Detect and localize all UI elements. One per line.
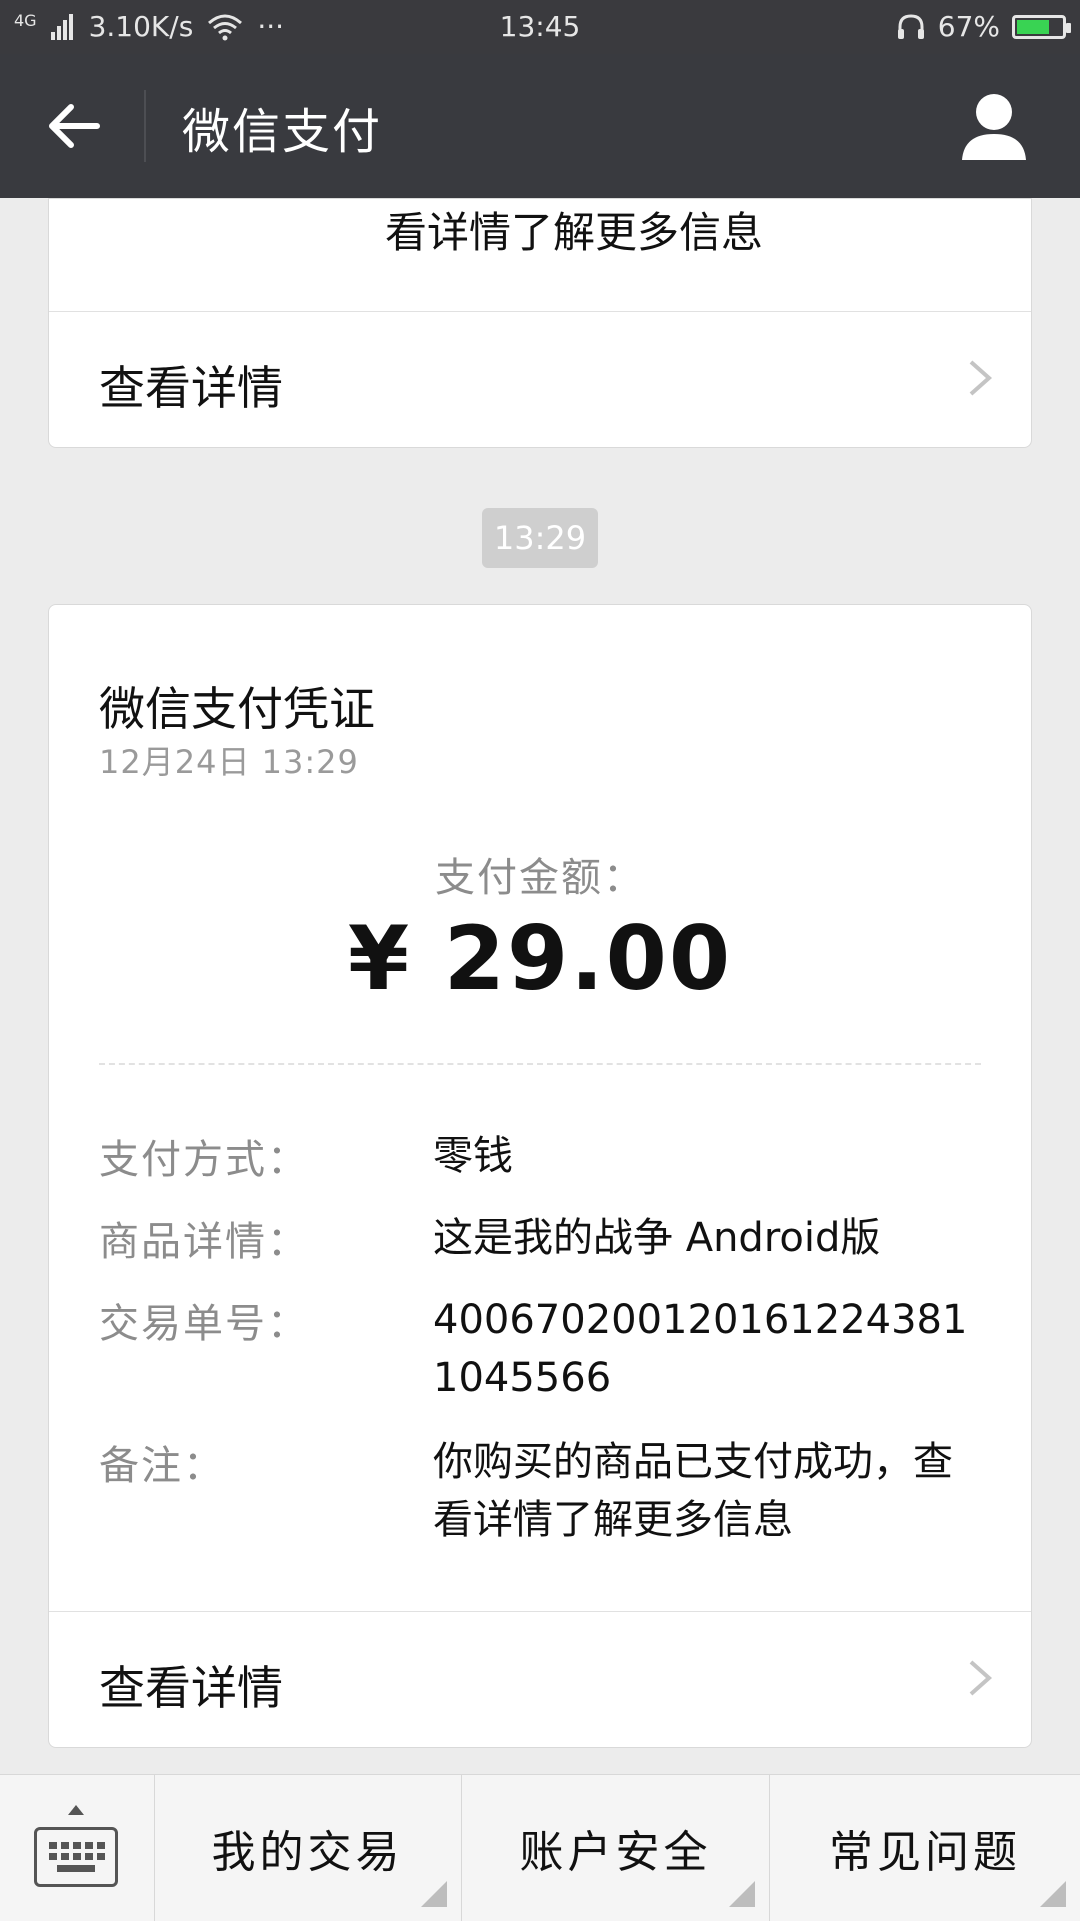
payment-amount: ¥ 29.00 [347, 907, 733, 1010]
receipt-date: 12月24日 13:29 [99, 743, 359, 781]
view-details-link[interactable]: 查看详情 [49, 1611, 1031, 1748]
battery-percent: 67% [937, 10, 1000, 43]
headset-icon [897, 13, 924, 39]
status-bar: 4G 3.10K/s ··· 13:45 67% [0, 0, 1080, 54]
expand-arrow-icon [68, 1805, 84, 1815]
receipt-title: 微信支付凭证 [99, 682, 375, 736]
menu-my-transactions[interactable]: 我的交易 [154, 1775, 462, 1921]
menu-account-security[interactable]: 账户安全 [462, 1775, 770, 1921]
menu-faq[interactable]: 常见问题 [770, 1775, 1080, 1921]
previous-view-details-link[interactable]: 查看详情 [49, 311, 1031, 448]
dashed-divider [99, 1063, 981, 1065]
back-button[interactable] [42, 94, 106, 158]
field-value: 零钱 [433, 1133, 513, 1179]
page-title: 微信支付 [182, 104, 383, 160]
person-icon [962, 94, 1026, 160]
submenu-indicator-icon [1040, 1881, 1066, 1907]
view-details-label: 查看详情 [99, 361, 283, 415]
chevron-right-icon [969, 1660, 993, 1696]
menu-label: 我的交易 [211, 1827, 404, 1878]
header-divider [144, 90, 146, 162]
submenu-indicator-icon [729, 1881, 755, 1907]
field-label: 备注： [99, 1443, 225, 1489]
field-value: 这是我的战争 Android版 [433, 1215, 881, 1261]
payment-receipt-card: 微信支付凭证 12月24日 13:29 支付金额： ¥ 29.00 支付方式： … [48, 604, 1032, 1748]
previous-receipt-card: 看详情了解更多信息 查看详情 [48, 198, 1032, 448]
menu-label: 账户安全 [519, 1827, 712, 1878]
field-label: 商品详情： [99, 1219, 309, 1265]
amount-label: 支付金额： [435, 855, 645, 901]
keyboard-toggle-button[interactable] [0, 1775, 155, 1921]
view-details-label: 查看详情 [99, 1661, 283, 1715]
previous-note-snippet: 看详情了解更多信息 [385, 208, 764, 257]
app-header: 微信支付 [0, 54, 1080, 198]
field-value: 你购买的商品已支付成功，查看详情了解更多信息 [433, 1439, 953, 1543]
back-arrow-icon [49, 104, 100, 148]
message-time-badge: 13:29 [482, 508, 598, 568]
field-label: 支付方式： [99, 1137, 309, 1183]
field-label: 交易单号： [99, 1301, 309, 1347]
profile-button[interactable] [956, 88, 1032, 164]
chevron-right-icon [969, 360, 993, 396]
menu-label: 常见问题 [829, 1827, 1021, 1878]
battery-icon [1012, 14, 1071, 39]
field-value: 4006702001201612243811045566 [433, 1297, 968, 1401]
submenu-indicator-icon [421, 1881, 447, 1907]
bottom-menu-bar: 我的交易 账户安全 常见问题 [0, 1774, 1080, 1921]
keyboard-icon [34, 1827, 118, 1887]
